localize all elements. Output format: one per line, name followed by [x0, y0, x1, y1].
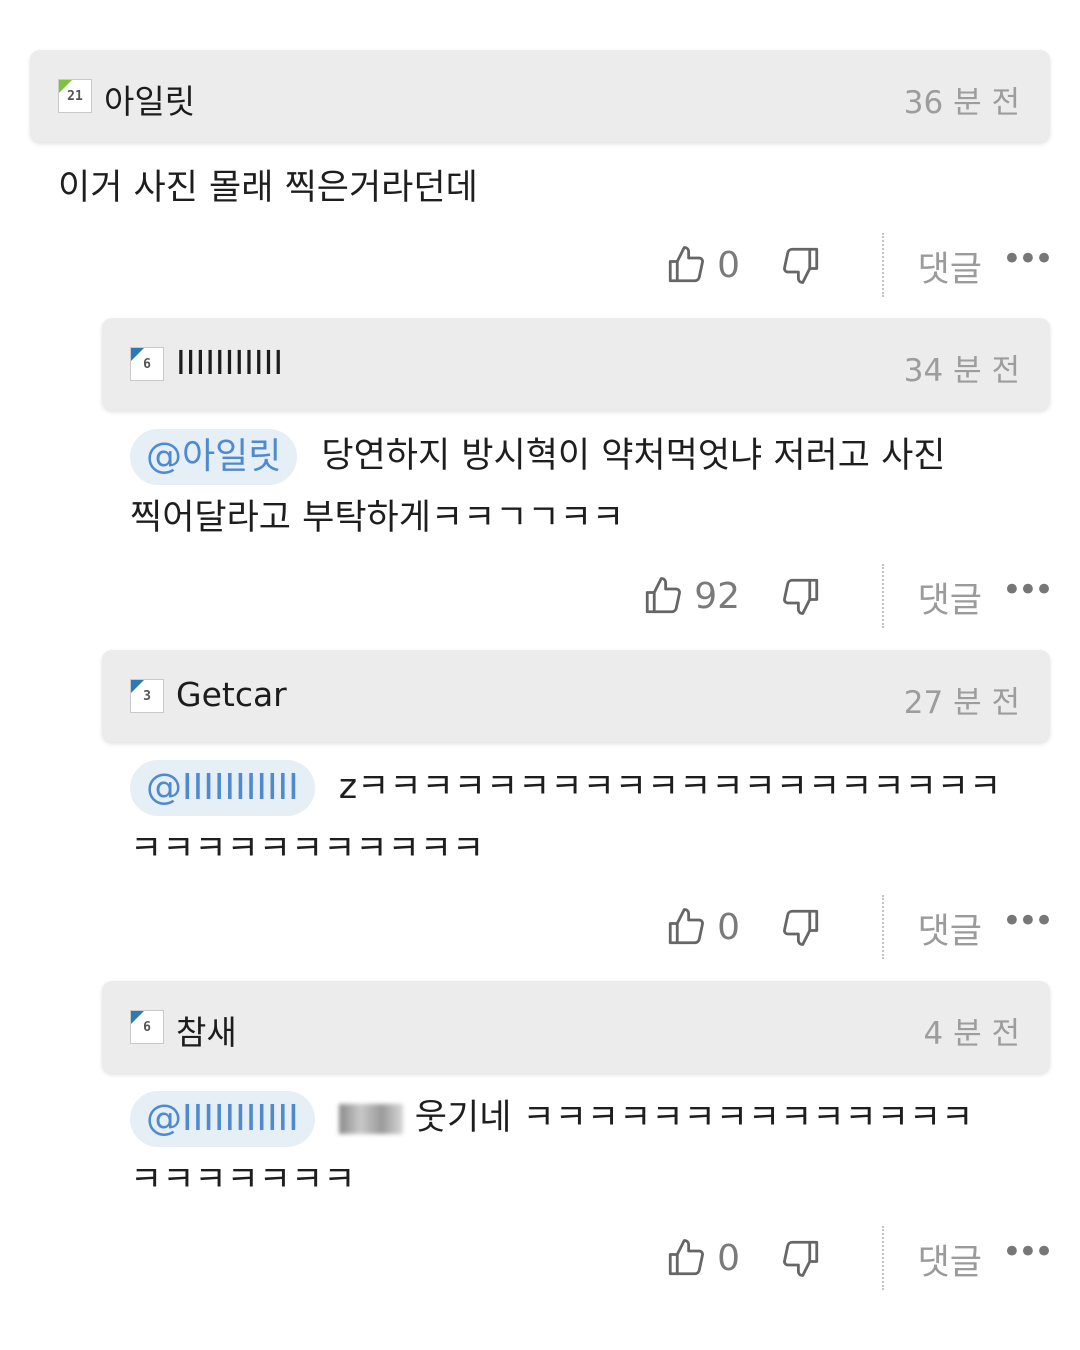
thumbs-down-icon[interactable] — [780, 905, 822, 949]
thumbs-down-icon[interactable] — [780, 1236, 822, 1280]
comment-text: 이거 사진 몰래 찍은거라던데 — [58, 168, 478, 208]
comment-header: 3 Getcar 27 분 전 — [102, 650, 1050, 742]
divider — [882, 233, 884, 297]
divider — [882, 1226, 884, 1290]
thumbs-up-icon — [668, 908, 705, 945]
comment-text: @IIIIIIIIIII 웃기네 ㅋㅋㅋㅋㅋㅋㅋㅋㅋㅋㅋㅋㅋㅋ ㅋㅋㅋㅋㅋㅋㅋ — [130, 1087, 973, 1211]
mention-tag[interactable]: @아일릿 — [130, 429, 298, 485]
comment-header: 6 참새 4 분 전 — [102, 981, 1050, 1073]
username[interactable]: 참새 — [176, 1006, 237, 1054]
username[interactable]: Getcar — [176, 675, 287, 714]
mention-tag[interactable]: @IIIIIIIIIII — [130, 1091, 315, 1147]
more-options-icon[interactable]: ••• — [1002, 901, 1054, 941]
like-button[interactable]: 0 — [665, 1234, 740, 1282]
timestamp: 4 분 전 — [923, 1016, 1020, 1052]
action-bar: 0 댓글 ••• — [630, 233, 1054, 297]
reply-button[interactable]: 댓글 — [918, 572, 982, 623]
thumbs-up-icon — [668, 246, 705, 283]
reply-button[interactable]: 댓글 — [918, 1234, 982, 1285]
divider — [882, 895, 884, 959]
thumbs-down-icon[interactable] — [780, 243, 822, 287]
reply-button[interactable]: 댓글 — [918, 903, 982, 954]
username[interactable]: 아일릿 — [104, 75, 195, 123]
comment-header: 21 아일릿 36 분 전 — [30, 50, 1050, 142]
like-count: 92 — [694, 575, 740, 617]
like-count: 0 — [717, 244, 740, 286]
like-button[interactable]: 0 — [665, 903, 740, 951]
like-button[interactable]: 0 — [665, 241, 740, 289]
like-count: 0 — [717, 1237, 740, 1279]
timestamp: 34 분 전 — [903, 353, 1020, 389]
action-bar: 92 댓글 ••• — [630, 564, 1054, 628]
reply-button[interactable]: 댓글 — [918, 241, 982, 292]
thumbs-up-icon — [646, 577, 682, 614]
comment-text: @IIIIIIIIIII zㅋㅋㅋㅋㅋㅋㅋㅋㅋㅋㅋㅋㅋㅋㅋㅋㅋㅋㅋㅋ ㅋㅋㅋㅋㅋㅋ… — [130, 756, 1001, 880]
thumbs-up-icon — [668, 1239, 705, 1276]
comment-text: @아일릿 당연하지 방시혁이 약처먹엇냐 저러고 사진 찍어달라고 부탁하게ㅋㅋㄱ… — [130, 425, 945, 549]
timestamp: 27 분 전 — [903, 685, 1020, 721]
level-badge-icon: 6 — [130, 1010, 164, 1044]
comment-header: 6 IIIIIIIIIII 34 분 전 — [102, 318, 1050, 410]
more-options-icon[interactable]: ••• — [1002, 239, 1054, 279]
more-options-icon[interactable]: ••• — [1002, 1232, 1054, 1272]
censored-text — [338, 1104, 403, 1134]
more-options-icon[interactable]: ••• — [1002, 570, 1054, 610]
timestamp: 36 분 전 — [903, 85, 1020, 121]
like-button[interactable]: 92 — [642, 572, 740, 620]
level-badge-icon: 3 — [130, 679, 164, 713]
level-badge-icon: 21 — [58, 79, 92, 113]
action-bar: 0 댓글 ••• — [630, 1226, 1054, 1290]
divider — [882, 564, 884, 628]
like-count: 0 — [717, 906, 740, 948]
username[interactable]: IIIIIIIIIII — [176, 343, 283, 382]
level-badge-icon: 6 — [130, 347, 164, 381]
action-bar: 0 댓글 ••• — [630, 895, 1054, 959]
thumbs-down-icon[interactable] — [780, 574, 822, 618]
mention-tag[interactable]: @IIIIIIIIIII — [130, 760, 315, 816]
